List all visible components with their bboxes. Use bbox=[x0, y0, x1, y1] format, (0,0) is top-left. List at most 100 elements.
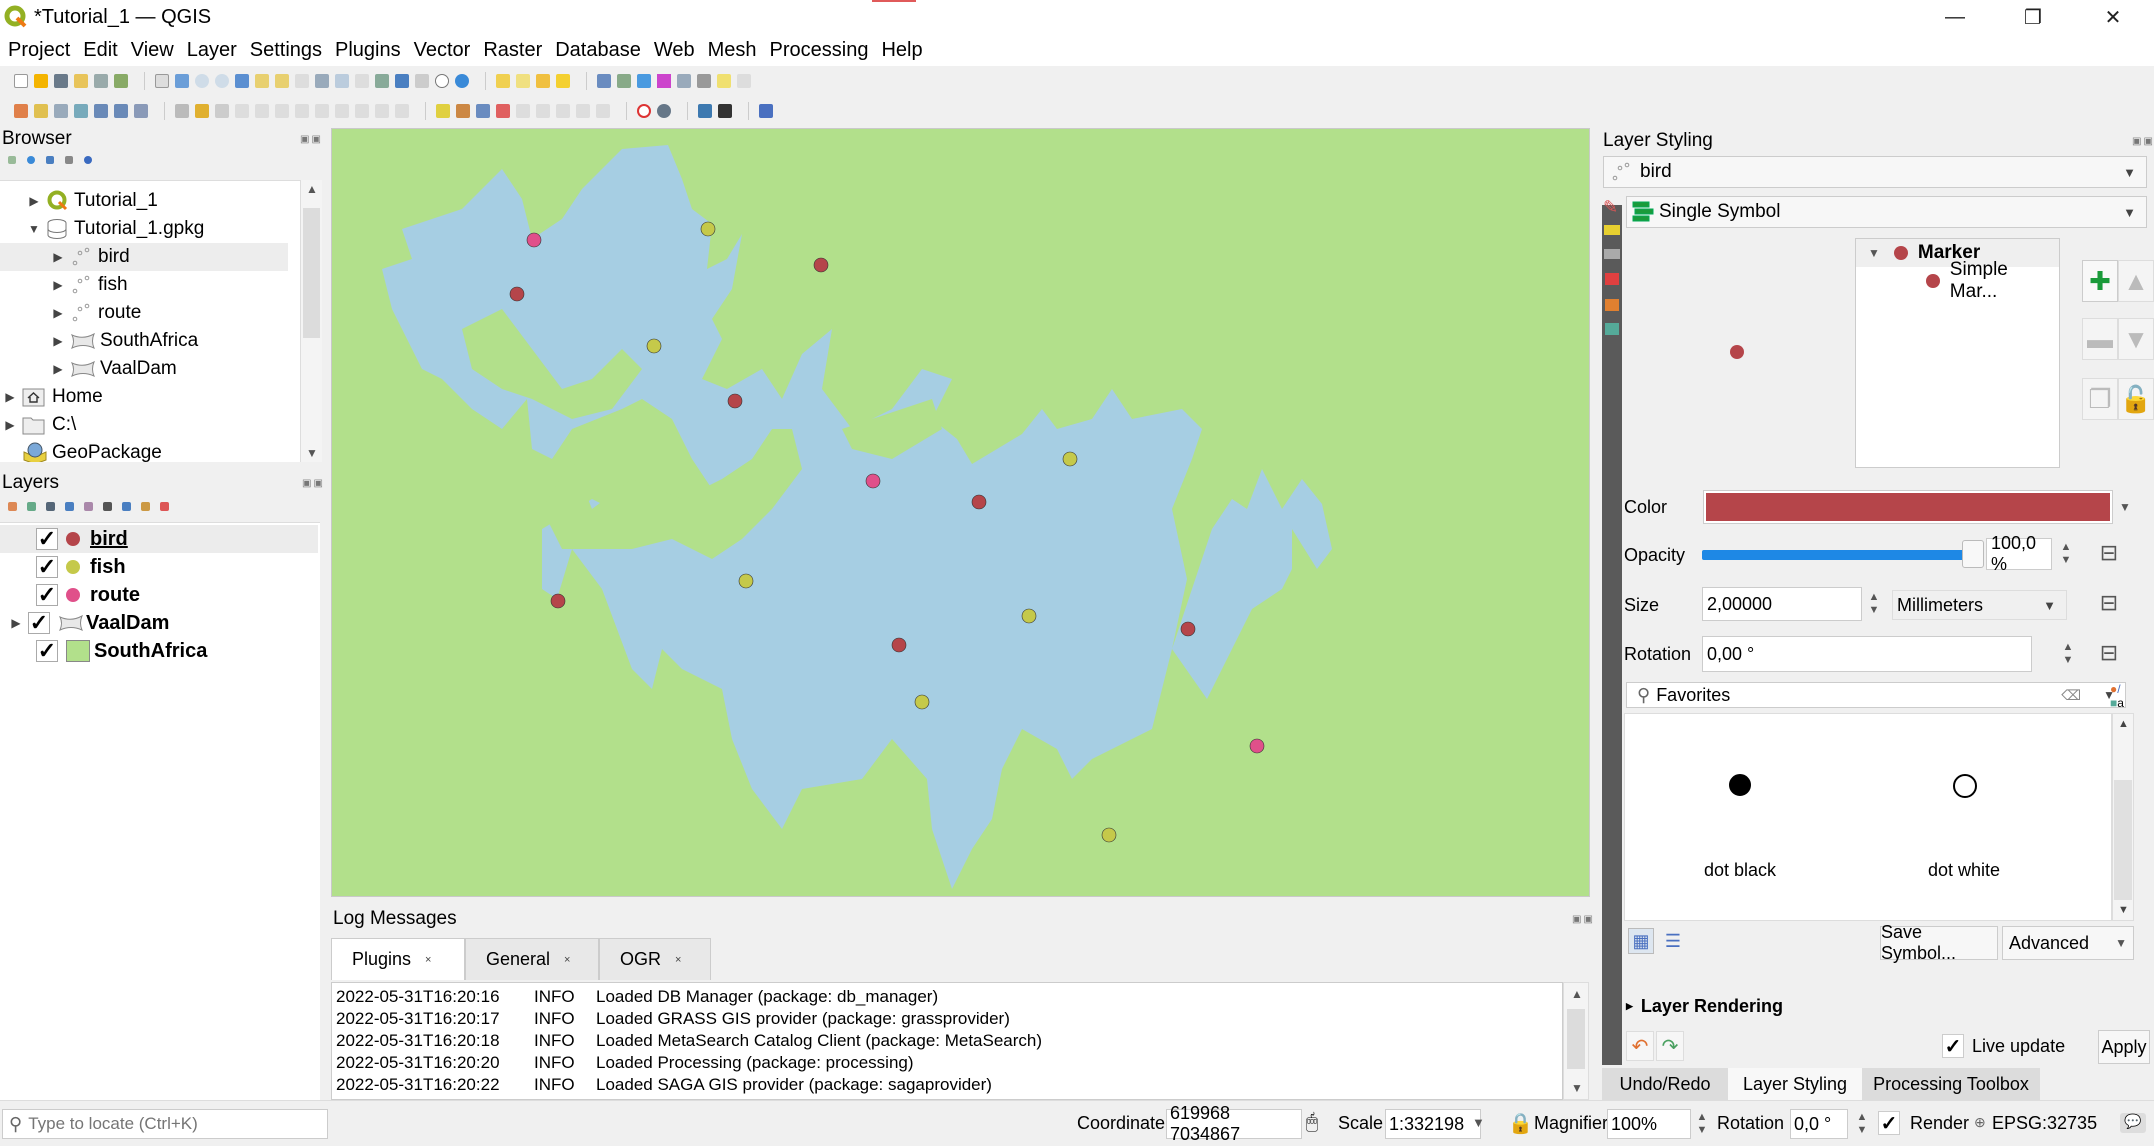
select-features-icon[interactable] bbox=[496, 74, 510, 88]
move-diagram-icon[interactable] bbox=[596, 104, 610, 118]
layer-item-fish[interactable]: ✓ fish bbox=[0, 553, 290, 581]
menu-settings[interactable]: Settings bbox=[250, 39, 322, 62]
layer-visibility-checkbox[interactable]: ✓ bbox=[36, 528, 58, 550]
pan-to-selection-icon[interactable] bbox=[175, 74, 189, 88]
history-tab-icon[interactable] bbox=[1605, 323, 1619, 335]
menu-view[interactable]: View bbox=[131, 39, 174, 62]
expand-arrow-icon[interactable]: ▶ bbox=[4, 418, 16, 432]
favorite-symbol-dot-white[interactable]: dot white bbox=[1909, 742, 2019, 902]
dock-float-close-icons[interactable]: ▣▣ bbox=[302, 478, 325, 489]
filter-expression-icon[interactable] bbox=[84, 502, 93, 511]
map-svg[interactable] bbox=[332, 129, 1590, 897]
render-checkbox[interactable]: ✓ bbox=[1878, 1111, 1900, 1135]
data-defined-override-icon[interactable]: ⊟ bbox=[2094, 588, 2124, 618]
zoom-native-icon[interactable] bbox=[295, 74, 309, 88]
data-defined-override-icon[interactable]: ⊟ bbox=[2094, 538, 2124, 568]
help-icon[interactable] bbox=[759, 104, 773, 118]
add-line-icon[interactable] bbox=[74, 104, 88, 118]
manage-themes-icon[interactable] bbox=[46, 502, 55, 511]
save-as-icon[interactable] bbox=[74, 74, 88, 88]
symbol-search-combo[interactable]: ⚲ Favorites ⌫ ▼ bbox=[1626, 682, 2126, 708]
save-symbol-button[interactable]: Save Symbol... bbox=[1880, 922, 1998, 963]
tab-layer-styling[interactable]: Layer Styling bbox=[1728, 1068, 1862, 1100]
select-location-icon[interactable] bbox=[556, 74, 570, 88]
deselect-icon[interactable] bbox=[536, 74, 550, 88]
collapse-arrow-icon[interactable]: ▼ bbox=[28, 222, 40, 236]
menu-web[interactable]: Web bbox=[654, 39, 695, 62]
browser-item-fish[interactable]: ▶ fish bbox=[0, 271, 290, 299]
zoom-selection-icon[interactable] bbox=[255, 74, 269, 88]
zoom-layer-icon[interactable] bbox=[275, 74, 289, 88]
digitize-icon[interactable] bbox=[175, 104, 189, 118]
browser-item-bird[interactable]: ▶ bird bbox=[0, 243, 288, 271]
browser-item-geopackage[interactable]: GeoPackage bbox=[0, 439, 290, 462]
symbology-tab-icon[interactable]: ✎ bbox=[1603, 197, 1627, 219]
rotation-input[interactable]: 0,00 ° bbox=[1702, 636, 2032, 672]
close-tab-icon[interactable]: × bbox=[425, 954, 431, 966]
vertex-tool-icon[interactable] bbox=[255, 104, 269, 118]
browser-item-gpkg[interactable]: ▼ Tutorial_1.gpkg bbox=[0, 215, 290, 243]
zoom-full-icon[interactable] bbox=[235, 74, 249, 88]
field-calc-icon[interactable] bbox=[677, 74, 691, 88]
menu-project[interactable]: Project bbox=[8, 39, 70, 62]
layer-visibility-checkbox[interactable]: ✓ bbox=[36, 556, 58, 578]
expand-arrow-icon[interactable]: ▶ bbox=[52, 306, 64, 320]
size-spinner[interactable]: ▲ ▼ bbox=[1862, 587, 1886, 621]
expand-arrow-icon[interactable]: ▶ bbox=[52, 250, 64, 264]
collapse-all-icon[interactable] bbox=[141, 502, 150, 511]
settings-gear-icon[interactable] bbox=[637, 74, 651, 88]
rotation-spinner[interactable]: ▲ ▼ bbox=[1850, 1109, 1874, 1139]
undo-icon[interactable] bbox=[375, 104, 389, 118]
browser-scrollbar[interactable]: ▲ ▼ bbox=[300, 180, 322, 462]
rotation-spinner[interactable]: ▲ ▼ bbox=[2056, 636, 2080, 672]
move-down-button[interactable]: ▼ bbox=[2118, 318, 2154, 360]
favorite-symbol-dot-black[interactable]: dot black bbox=[1685, 742, 1795, 902]
collapse-all-icon[interactable] bbox=[65, 156, 73, 164]
annotation-icon[interactable] bbox=[737, 74, 751, 88]
layer-item-vaaldam[interactable]: ▶ ✓ VaalDam bbox=[0, 609, 290, 637]
locator-input[interactable] bbox=[28, 1114, 309, 1134]
diagram-icon[interactable] bbox=[456, 104, 470, 118]
menu-database[interactable]: Database bbox=[555, 39, 641, 62]
add-virtual-icon[interactable] bbox=[134, 104, 148, 118]
live-update-checkbox[interactable]: ✓ bbox=[1942, 1034, 1964, 1058]
open-project-icon[interactable] bbox=[34, 74, 48, 88]
dock-float-close-icons[interactable]: ▣▣ bbox=[300, 134, 323, 145]
data-source-manager-icon[interactable] bbox=[14, 104, 28, 118]
expand-arrow-icon[interactable]: ▶ bbox=[10, 616, 22, 630]
save-project-icon[interactable] bbox=[54, 74, 68, 88]
video-icon[interactable] bbox=[718, 104, 732, 118]
browser-item-vaaldam[interactable]: ▶ VaalDam bbox=[0, 355, 290, 383]
advanced-button[interactable]: Advanced ▼ bbox=[2002, 926, 2134, 960]
favorites-scrollbar[interactable]: ▲ ▼ bbox=[2112, 713, 2134, 921]
expand-arrow-icon[interactable]: ▶ bbox=[52, 278, 64, 292]
expand-arrow-icon[interactable]: ▶ bbox=[4, 390, 16, 404]
redo-button[interactable]: ↷ bbox=[1656, 1031, 1684, 1061]
zoom-in-icon[interactable] bbox=[195, 74, 209, 88]
menu-help[interactable]: Help bbox=[881, 39, 922, 62]
color-button[interactable] bbox=[1703, 490, 2113, 524]
locator-search[interactable]: ⚲ bbox=[2, 1109, 328, 1139]
style-manager-icon[interactable] bbox=[114, 74, 128, 88]
close-button[interactable]: ✕ bbox=[2078, 0, 2148, 34]
rotate-label-icon[interactable] bbox=[536, 104, 550, 118]
map-canvas[interactable] bbox=[331, 128, 1590, 897]
menu-raster[interactable]: Raster bbox=[483, 39, 542, 62]
refresh-icon[interactable] bbox=[455, 74, 469, 88]
redo-icon[interactable] bbox=[395, 104, 409, 118]
dropdown-icon[interactable] bbox=[103, 502, 112, 511]
browser-item-c-drive[interactable]: ▶ C:\ bbox=[0, 411, 290, 439]
browser-item-route[interactable]: ▶ route bbox=[0, 299, 290, 327]
layer-visibility-checkbox[interactable]: ✓ bbox=[36, 640, 58, 662]
scrollbar-thumb[interactable] bbox=[303, 208, 320, 338]
duplicate-layer-button[interactable]: ❐ bbox=[2082, 378, 2118, 420]
print-layout-icon[interactable] bbox=[94, 74, 108, 88]
layer-visibility-checkbox[interactable]: ✓ bbox=[28, 612, 50, 634]
zoom-last-icon[interactable] bbox=[315, 74, 329, 88]
measure-icon[interactable] bbox=[697, 74, 711, 88]
change-label-icon[interactable] bbox=[556, 104, 570, 118]
3d-view-tab-icon[interactable] bbox=[1605, 273, 1619, 285]
remove-symbol-layer-button[interactable]: ▬ bbox=[2082, 318, 2118, 360]
select-by-value-icon[interactable] bbox=[516, 74, 530, 88]
scale-field[interactable]: 1:332198 bbox=[1385, 1109, 1481, 1139]
